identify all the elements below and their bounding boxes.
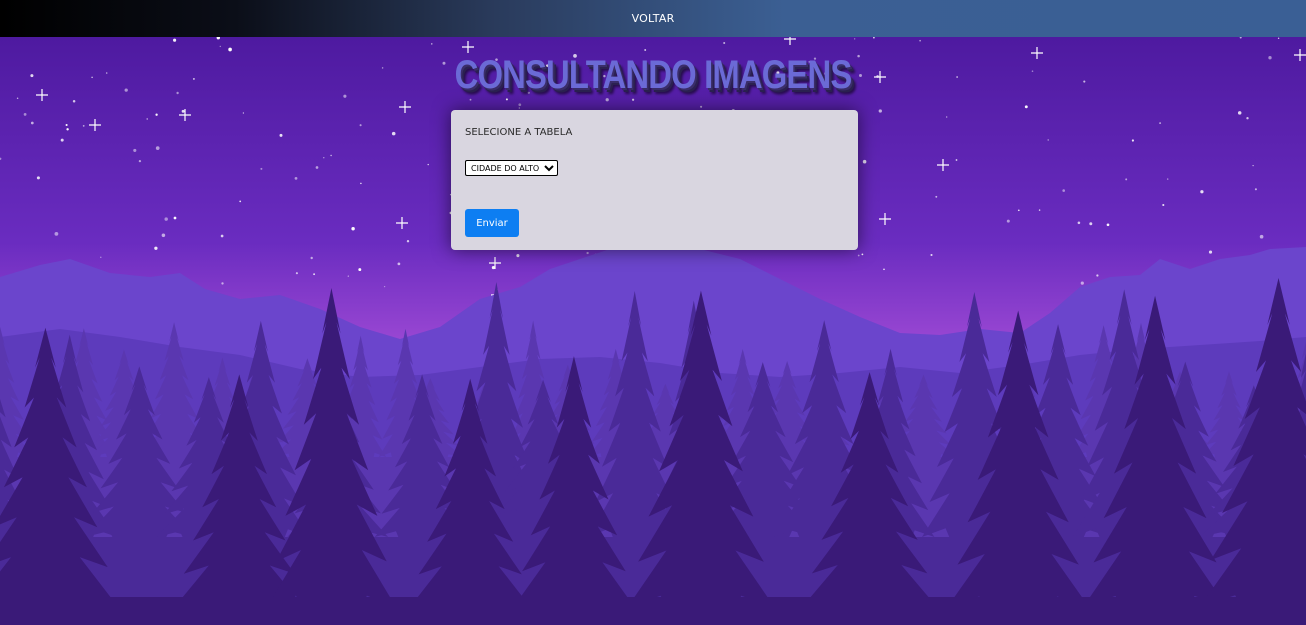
page-title: CONSULTANDO IMAGENS: [454, 53, 853, 97]
form-card: SELECIONE A TABELA CIDADE DO ALTO Enviar: [451, 110, 858, 250]
table-select-label: SELECIONE A TABELA: [465, 127, 573, 138]
back-link[interactable]: VOLTAR: [632, 12, 675, 25]
table-select[interactable]: CIDADE DO ALTO: [465, 160, 558, 176]
submit-button[interactable]: Enviar: [465, 209, 519, 237]
top-nav-bar: VOLTAR: [0, 0, 1306, 37]
